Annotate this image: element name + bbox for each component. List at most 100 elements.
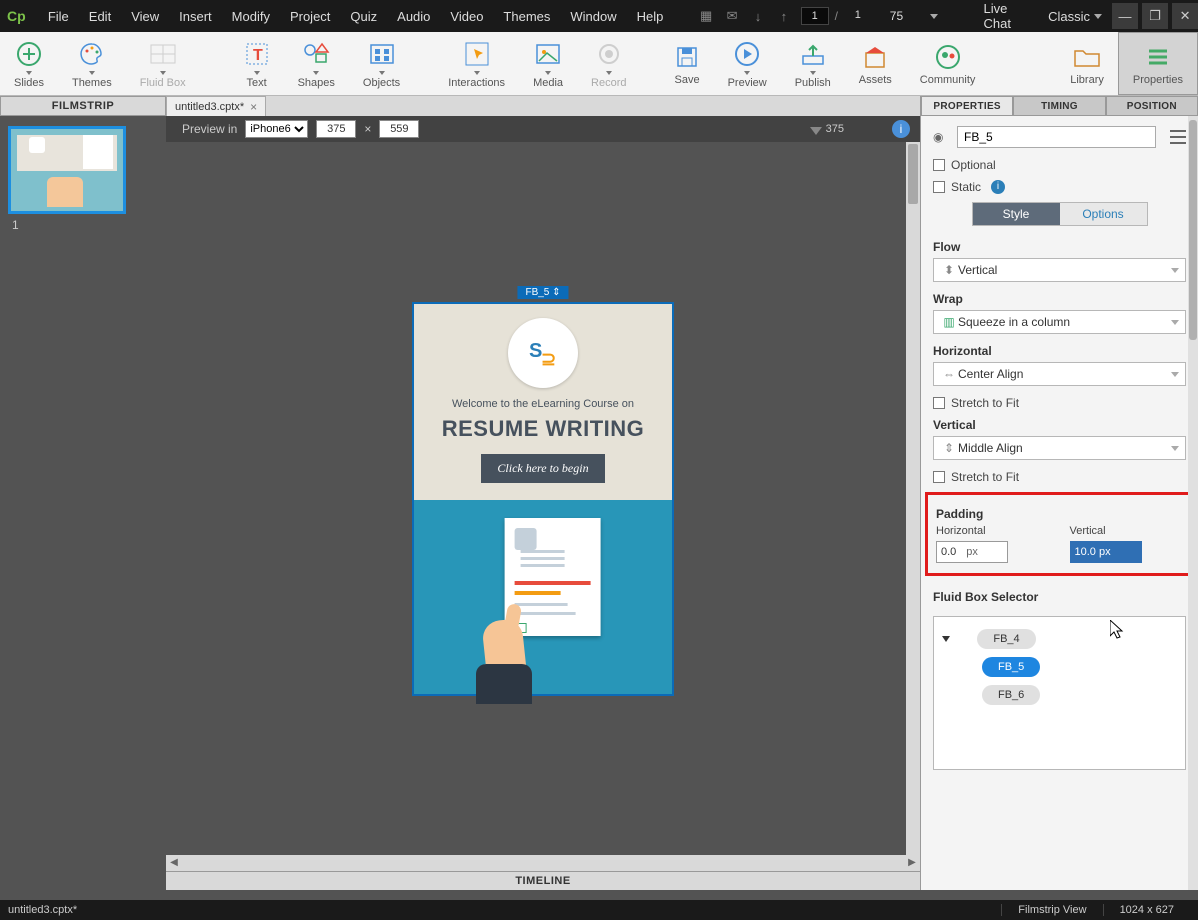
mail-icon[interactable]: ✉ <box>722 6 742 26</box>
toolbar-media[interactable]: Media <box>519 32 577 95</box>
menu-quiz[interactable]: Quiz <box>340 3 387 30</box>
toolbar: Slides Themes Fluid Box T Text Shapes Ob… <box>0 32 1198 96</box>
fb-item-fb5[interactable]: FB_5 <box>982 657 1040 677</box>
menu-audio[interactable]: Audio <box>387 3 440 30</box>
toolbar-properties[interactable]: Properties <box>1118 32 1198 95</box>
subtab-style[interactable]: Style <box>973 203 1060 225</box>
zoom-dropdown-icon[interactable] <box>930 14 938 19</box>
menu-edit[interactable]: Edit <box>79 3 121 30</box>
menu-help[interactable]: Help <box>627 3 674 30</box>
vertical-scrollbar[interactable] <box>906 142 920 855</box>
padding-horizontal-input[interactable]: 0.0 px <box>936 541 1008 563</box>
selected-fluidbox[interactable]: FB_5 ⇕ S⊇ Welcome to the eLearning Cours… <box>412 302 674 696</box>
slide-thumbnail-1[interactable] <box>8 126 126 214</box>
menu-themes[interactable]: Themes <box>493 3 560 30</box>
canvas[interactable]: FB_5 ⇕ S⊇ Welcome to the eLearning Cours… <box>166 142 920 855</box>
document-tab[interactable]: untitled3.cptx* × <box>166 96 266 116</box>
toolbar-themes[interactable]: Themes <box>58 32 126 95</box>
object-name-input[interactable] <box>957 126 1156 148</box>
window-minimize-button[interactable]: — <box>1112 3 1138 29</box>
tab-position[interactable]: POSITION <box>1106 96 1198 116</box>
toolbar-library[interactable]: Library <box>1056 32 1118 95</box>
h-stretch-label: Stretch to Fit <box>951 396 1019 410</box>
ruler-indicator: 375 <box>810 123 844 135</box>
menu-window[interactable]: Window <box>560 3 626 30</box>
padding-v-value: 10.0 px <box>1075 546 1111 558</box>
toolbar-assets[interactable]: Assets <box>845 32 906 95</box>
menu-insert[interactable]: Insert <box>169 3 222 30</box>
toolbar-label: Shapes <box>298 77 335 89</box>
toolbar-label: Objects <box>363 77 400 89</box>
wrap-value: Squeeze in a column <box>958 315 1070 329</box>
checkbox-icon[interactable] <box>933 397 945 409</box>
flow-dropdown[interactable]: ⬍ Vertical <box>933 258 1186 282</box>
checkbox-icon[interactable] <box>933 181 945 193</box>
wrap-dropdown[interactable]: ▥ Squeeze in a column <box>933 310 1186 334</box>
workspace-selector[interactable]: Classic <box>1048 9 1108 24</box>
toolbar-label: Community <box>920 74 976 86</box>
window-maximize-button[interactable]: ❐ <box>1142 3 1168 29</box>
menu-view[interactable]: View <box>121 3 169 30</box>
zoom-value[interactable]: 75 <box>890 9 930 23</box>
menu-project[interactable]: Project <box>280 3 340 30</box>
info-button[interactable]: i <box>892 120 910 138</box>
menu-file[interactable]: File <box>38 3 79 30</box>
caret-icon <box>810 71 816 75</box>
toolbar-publish[interactable]: Publish <box>781 32 845 95</box>
page-current-input[interactable]: 1 <box>801 7 829 25</box>
slide-cta-button[interactable]: Click here to begin <box>481 454 604 483</box>
layout-icon[interactable]: ▦ <box>696 6 716 26</box>
slide-title: RESUME WRITING <box>414 416 672 442</box>
toolbar-slides[interactable]: Slides <box>0 32 58 95</box>
toolbar-community[interactable]: Community <box>906 32 990 95</box>
arrow-down-icon[interactable]: ↓ <box>748 6 768 26</box>
fb-item-fb4[interactable]: FB_4 <box>977 629 1035 649</box>
tab-timing[interactable]: TIMING <box>1013 96 1105 116</box>
padding-vertical-input[interactable]: 10.0 px <box>1070 541 1142 563</box>
timeline-header[interactable]: TIMELINE <box>166 871 920 890</box>
panel-scrollbar[interactable] <box>1188 116 1198 890</box>
static-checkbox-row[interactable]: Static i <box>933 180 1186 194</box>
preview-width-input[interactable] <box>316 120 356 138</box>
toolbar-interactions[interactable]: Interactions <box>434 32 519 95</box>
filmstrip-header: FILMSTRIP <box>0 96 166 116</box>
preview-height-input[interactable] <box>379 120 419 138</box>
menu-video[interactable]: Video <box>440 3 493 30</box>
panel-tabs: PROPERTIES TIMING POSITION <box>921 96 1198 116</box>
v-stretch-checkbox-row[interactable]: Stretch to Fit <box>933 470 1186 484</box>
preview-label: Preview in <box>182 122 237 136</box>
hand-illustration <box>476 594 532 704</box>
horizontal-scrollbar[interactable]: ◀▶ <box>166 855 920 871</box>
checkbox-icon[interactable] <box>933 159 945 171</box>
close-icon[interactable]: × <box>250 100 257 114</box>
tab-properties[interactable]: PROPERTIES <box>921 96 1013 116</box>
folder-icon <box>1073 42 1101 72</box>
preview-bar: Preview in iPhone6 × 375 i <box>166 116 920 142</box>
window-close-button[interactable]: ✕ <box>1172 3 1198 29</box>
caret-icon <box>254 71 260 75</box>
optional-checkbox-row[interactable]: Optional <box>933 158 1186 172</box>
arrow-up-icon[interactable]: ↑ <box>774 6 794 26</box>
flow-value: Vertical <box>958 263 997 277</box>
toolbar-shapes[interactable]: Shapes <box>284 32 349 95</box>
toolbar-preview[interactable]: Preview <box>714 32 781 95</box>
fb-item-fb6[interactable]: FB_6 <box>982 685 1040 705</box>
toolbar-objects[interactable]: Objects <box>349 32 414 95</box>
horizontal-align-dropdown[interactable]: ⇔ Center Align <box>933 362 1186 386</box>
panel-menu-icon[interactable] <box>1170 130 1186 144</box>
info-icon[interactable]: i <box>991 180 1005 194</box>
vertical-align-dropdown[interactable]: ⇕ Middle Align <box>933 436 1186 460</box>
toolbar-text[interactable]: T Text <box>230 32 284 95</box>
visibility-icon[interactable]: ◉ <box>933 130 949 144</box>
toolbar-label: Record <box>591 77 626 89</box>
subtab-options[interactable]: Options <box>1060 203 1147 225</box>
h-stretch-checkbox-row[interactable]: Stretch to Fit <box>933 396 1186 410</box>
status-filename: untitled3.cptx* <box>8 904 77 916</box>
device-select[interactable]: iPhone6 <box>245 120 308 138</box>
tree-expand-icon[interactable] <box>942 636 950 642</box>
status-dimensions: 1024 x 627 <box>1103 904 1190 916</box>
palette-icon <box>79 39 105 69</box>
toolbar-save[interactable]: Save <box>661 32 714 95</box>
menu-modify[interactable]: Modify <box>222 3 280 30</box>
checkbox-icon[interactable] <box>933 471 945 483</box>
